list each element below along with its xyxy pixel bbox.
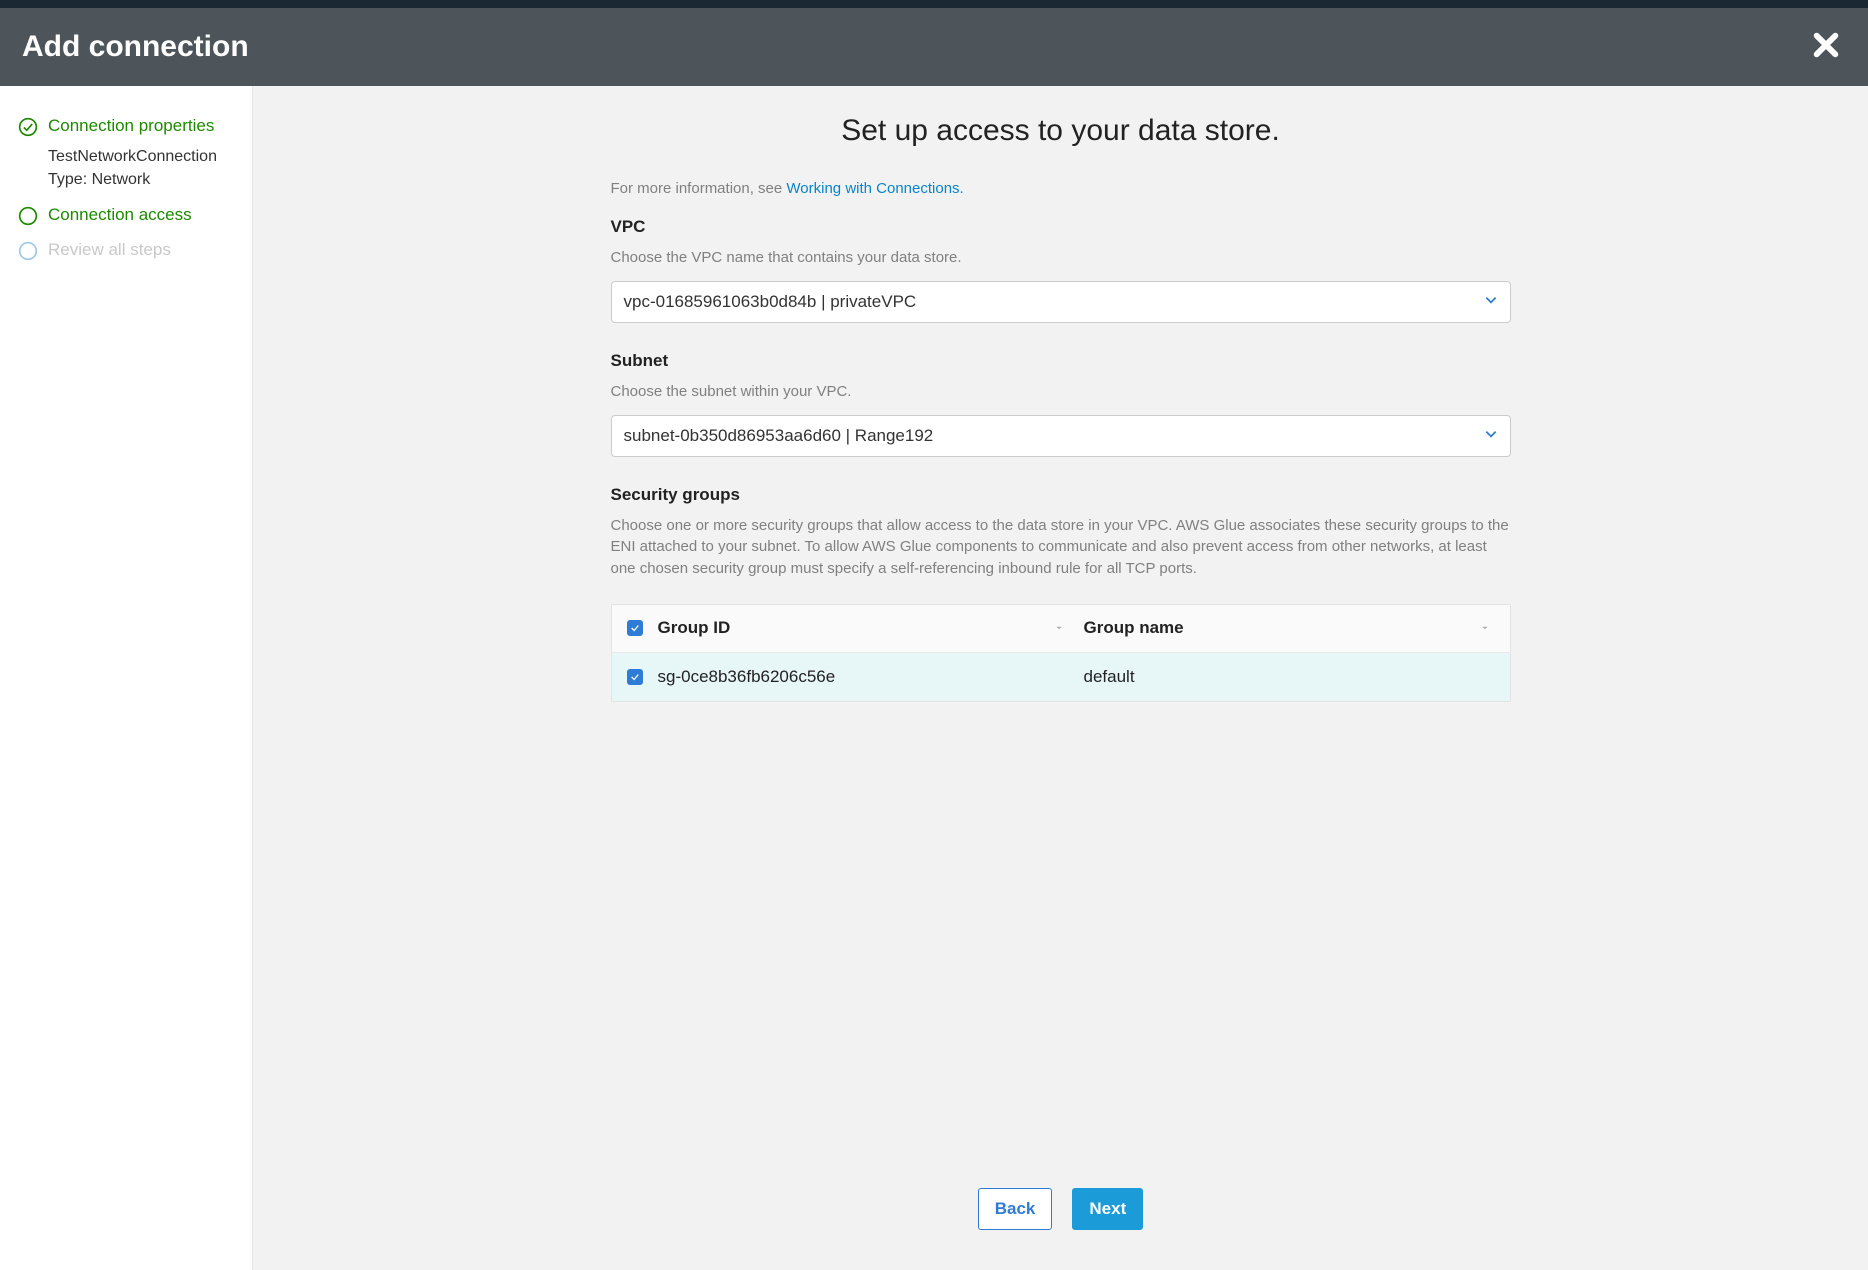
circle-icon [18, 241, 38, 261]
vpc-select[interactable]: vpc-01685961063b0d84b | privateVPC [611, 281, 1511, 323]
sort-icon [1054, 618, 1064, 638]
chevron-down-icon [1484, 426, 1498, 446]
connection-name: TestNetworkConnection [48, 145, 238, 168]
subnet-help: Choose the subnet within your VPC. [611, 381, 1511, 403]
table-header: Group ID Group name [612, 605, 1510, 653]
main: Set up access to your data store. For mo… [253, 86, 1868, 1270]
close-icon[interactable] [1812, 31, 1840, 64]
info-text: For more information, see Working with C… [611, 180, 1511, 197]
sg-help: Choose one or more security groups that … [611, 515, 1511, 580]
vpc-help: Choose the VPC name that contains your d… [611, 247, 1511, 269]
connection-type: Type: Network [48, 168, 238, 191]
chevron-down-icon [1484, 292, 1498, 312]
select-all-checkbox[interactable] [627, 620, 643, 636]
step-connection-access[interactable]: Connection access [18, 205, 238, 226]
vpc-value: vpc-01685961063b0d84b | privateVPC [624, 292, 917, 312]
col-group-name[interactable]: Group name [1084, 618, 1510, 638]
page-header-title: Add connection [22, 30, 249, 64]
check-circle-icon [18, 117, 38, 137]
col-label: Group name [1084, 618, 1184, 638]
step-label: Connection access [48, 205, 192, 225]
sidebar: Connection properties TestNetworkConnect… [0, 86, 253, 1270]
cell-group-id: sg-0ce8b36fb6206c56e [658, 667, 1084, 687]
page-title: Set up access to your data store. [611, 114, 1511, 148]
subnet-label: Subnet [611, 351, 1511, 371]
body: Connection properties TestNetworkConnect… [0, 86, 1868, 1270]
step-connection-properties[interactable]: Connection properties [18, 116, 238, 137]
subnet-select[interactable]: subnet-0b350d86953aa6d60 | Range192 [611, 415, 1511, 457]
next-button[interactable]: Next [1072, 1188, 1143, 1230]
vpc-label: VPC [611, 217, 1511, 237]
step-label: Review all steps [48, 240, 171, 260]
cell-group-name: default [1084, 667, 1510, 687]
back-button[interactable]: Back [978, 1188, 1053, 1230]
table-row[interactable]: sg-0ce8b36fb6206c56e default [612, 653, 1510, 701]
col-group-id[interactable]: Group ID [658, 618, 1084, 638]
security-groups-table: Group ID Group name [611, 604, 1511, 702]
step-details: TestNetworkConnection Type: Network [48, 145, 238, 191]
info-prefix: For more information, see [611, 180, 787, 197]
header: Add connection [0, 8, 1868, 86]
circle-icon [18, 206, 38, 226]
info-link[interactable]: Working with Connections. [786, 180, 963, 197]
sort-icon [1480, 618, 1490, 638]
subnet-value: subnet-0b350d86953aa6d60 | Range192 [624, 426, 934, 446]
footer-buttons: Back Next [303, 1028, 1818, 1230]
top-strip [0, 0, 1868, 8]
step-label: Connection properties [48, 116, 214, 136]
row-checkbox[interactable] [627, 669, 643, 685]
sg-label: Security groups [611, 485, 1511, 505]
step-review-all-steps[interactable]: Review all steps [18, 240, 238, 261]
col-label: Group ID [658, 618, 731, 638]
